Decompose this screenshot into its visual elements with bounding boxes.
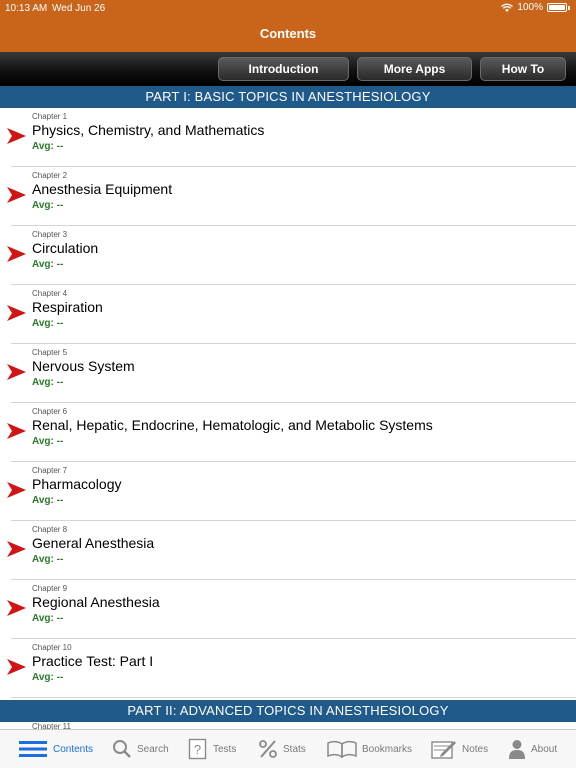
wifi-icon [501, 3, 514, 12]
chapter-average: Avg: -- [32, 377, 64, 388]
chapter-average: Avg: -- [32, 495, 64, 506]
chapter-label: Chapter 8 [32, 525, 68, 534]
tab-label: Search [137, 743, 169, 755]
chapter-average: Avg: -- [32, 554, 64, 565]
chapter-label: Chapter 1 [32, 112, 68, 121]
tab-about[interactable]: About [508, 730, 557, 768]
chevron-right-arrow-icon [7, 246, 26, 262]
chevron-right-arrow-icon [7, 541, 26, 557]
chapter-label: Chapter 6 [32, 407, 68, 416]
chapter-row[interactable]: Chapter 9 Regional Anesthesia Avg: -- [0, 580, 576, 639]
tab-label: About [531, 743, 558, 755]
tab-notes[interactable]: Notes [431, 730, 488, 768]
chapter-label: Chapter 7 [32, 466, 68, 475]
chapter-average: Avg: -- [32, 672, 64, 683]
percent-icon [259, 740, 277, 758]
chapter-label: Chapter 4 [32, 289, 68, 298]
tab-label: Tests [213, 743, 237, 755]
section-header-part-1: PART I: BASIC TOPICS IN ANESTHESIOLOGY [0, 86, 576, 108]
status-time: 10:13 AM [5, 3, 48, 14]
chapter-row[interactable]: Chapter 6 Renal, Hepatic, Endocrine, Hema… [0, 403, 576, 462]
person-icon [509, 740, 525, 759]
battery-icon [547, 3, 567, 12]
battery-tip [568, 5, 570, 10]
page-title: Contents [259, 26, 317, 41]
chevron-right-arrow-icon [7, 305, 26, 321]
chapter-average: Avg: -- [32, 259, 64, 270]
chapter-label: Chapter 3 [32, 230, 68, 239]
status-right: 100% [501, 2, 570, 13]
tab-label: Bookmarks [362, 743, 413, 755]
list-icon [19, 741, 47, 757]
chapter-title: Circulation [32, 240, 99, 256]
chapter-list: Chapter 1 Physics, Chemistry, and Mathema… [0, 108, 576, 698]
chevron-right-arrow-icon [7, 659, 26, 675]
tab-contents[interactable]: Contents [18, 730, 93, 768]
introduction-button[interactable]: Introduction [218, 57, 349, 81]
chapter-row[interactable]: Chapter 10 Practice Test: Part I Avg: -- [0, 639, 576, 698]
nav-bar: Contents [0, 16, 576, 52]
chapter-average: Avg: -- [32, 318, 64, 329]
chapter-title: Physics, Chemistry, and Mathematics [32, 122, 265, 138]
status-date: Wed Jun 26 [52, 3, 106, 14]
chapter-average: Avg: -- [32, 141, 64, 152]
svg-text:?: ? [194, 742, 201, 757]
more-apps-button[interactable]: More Apps [357, 57, 472, 81]
tab-tests[interactable]: ? Tests [188, 730, 236, 768]
chevron-right-arrow-icon [7, 187, 26, 203]
section-header-part-2: PART II: ADVANCED TOPICS IN ANESTHESIOLO… [0, 700, 576, 722]
magnifier-icon [113, 740, 131, 758]
chapter-row[interactable]: Chapter 5 Nervous System Avg: -- [0, 344, 576, 403]
chevron-right-arrow-icon [7, 482, 26, 498]
tab-label: Contents [53, 743, 94, 755]
chapter-title: Respiration [32, 299, 103, 315]
status-bar: 10:13 AM Wed Jun 26 100% [0, 0, 576, 16]
chapter-average: Avg: -- [32, 200, 64, 211]
chapter-row[interactable]: Chapter 2 Anesthesia Equipment Avg: -- [0, 167, 576, 226]
chapter-label: Chapter 5 [32, 348, 68, 357]
chapter-title: General Anesthesia [32, 535, 155, 551]
pencil-note-icon [431, 741, 456, 759]
chapter-label: Chapter 2 [32, 171, 68, 180]
chapter-label: Chapter 9 [32, 584, 68, 593]
tab-search[interactable]: Search [112, 730, 169, 768]
chevron-right-arrow-icon [7, 364, 26, 380]
chevron-right-arrow-icon [7, 128, 26, 144]
chapter-row[interactable]: Chapter 4 Respiration Avg: -- [0, 285, 576, 344]
open-book-icon [327, 740, 357, 758]
chapter-title: Practice Test: Part I [32, 653, 154, 669]
tab-label: Notes [462, 743, 489, 755]
tab-stats[interactable]: Stats [258, 730, 306, 768]
chapter-row[interactable]: Chapter 7 Pharmacology Avg: -- [0, 462, 576, 521]
tab-label: Stats [283, 743, 306, 755]
chapter-average: Avg: -- [32, 436, 64, 447]
chapter-row[interactable]: Chapter 3 Circulation Avg: -- [0, 226, 576, 285]
top-toolbar: Introduction More Apps How To [0, 52, 576, 86]
chapter-title: Renal, Hepatic, Endocrine, Hematologic, … [32, 417, 433, 433]
tab-bar: Contents Search ? Tests Stats Bookmarks [0, 729, 576, 768]
chapter-title: Regional Anesthesia [32, 594, 160, 610]
row-divider [11, 697, 576, 698]
question-card-icon: ? [188, 738, 207, 760]
chapter-title: Nervous System [32, 358, 135, 374]
chapter-row[interactable]: Chapter 1 Physics, Chemistry, and Mathema… [0, 108, 576, 167]
chapter-row[interactable]: Chapter 8 General Anesthesia Avg: -- [0, 521, 576, 580]
chevron-right-arrow-icon [7, 423, 26, 439]
tab-bookmarks[interactable]: Bookmarks [327, 730, 412, 768]
chapter-label: Chapter 10 [32, 643, 72, 652]
battery-percent: 100% [517, 2, 543, 13]
chapter-average: Avg: -- [32, 613, 64, 624]
chevron-right-arrow-icon [7, 600, 26, 616]
how-to-button[interactable]: How To [480, 57, 566, 81]
chapter-title: Anesthesia Equipment [32, 181, 173, 197]
chapter-title: Pharmacology [32, 476, 122, 492]
